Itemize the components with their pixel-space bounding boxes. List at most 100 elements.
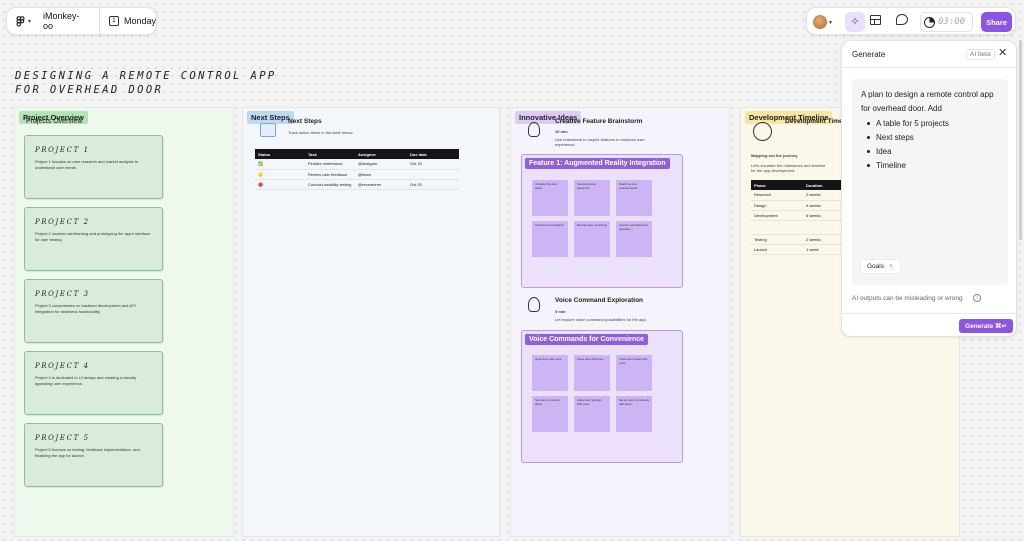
sticky-note[interactable]: Real-time door measurements xyxy=(616,180,652,216)
table-row[interactable]: 🟡 Review user feedback @team xyxy=(255,169,459,180)
project-text: Project 1 focuses on user research and m… xyxy=(35,159,138,170)
phase-cell: Design xyxy=(751,200,803,211)
clock-icon xyxy=(753,122,772,141)
section-project-overview[interactable]: Project Overview Projects Overview PROJE… xyxy=(14,107,234,537)
status-emoji: 🔴 xyxy=(255,179,305,190)
comment-button[interactable] xyxy=(896,14,908,25)
sticky-note[interactable]: Close door with voice xyxy=(574,355,610,391)
next-steps-title: Next Steps xyxy=(288,118,322,125)
arrow-up-left-icon: ↖ xyxy=(888,264,895,270)
column-header: Phase xyxy=(751,180,803,190)
sticky-note[interactable]: Set up voice commands with Alexa xyxy=(616,396,652,432)
brainstorm-title: Creative Feature Brainstorm xyxy=(555,118,643,125)
due-cell xyxy=(407,169,459,180)
project-card[interactable]: PROJECT 2 Project 2 involves wireframing … xyxy=(24,207,163,271)
stopwatch-icon xyxy=(924,16,935,28)
board-title-line: DESIGNING A REMOTE CONTROL APP xyxy=(15,70,277,82)
file-toolbar: ▾ iMonkey-oo 1 Monday xyxy=(6,7,157,35)
avatar xyxy=(813,15,827,29)
phase-cell: Development xyxy=(751,210,803,221)
column-header: Assignee xyxy=(355,149,407,159)
sticky-note[interactable]: Interactive door placement xyxy=(574,180,610,216)
frame-title: Feature 1: Augmented Reality Integration xyxy=(525,158,670,169)
sticky-note[interactable]: Check door status with voice xyxy=(616,355,652,391)
task-cell: Conduct usability testing xyxy=(305,179,355,190)
column-header: Task xyxy=(305,149,355,159)
main-menu-button[interactable]: ▾ xyxy=(16,15,32,27)
feature-frame[interactable]: Feature 1: Augmented Reality Integration… xyxy=(521,154,683,288)
voice-desc: Let explore voice command possibilities … xyxy=(555,317,647,322)
prompt-bullet: Timeline xyxy=(867,158,999,172)
next-steps-table: Status Task Assignee Due date ✅ Finalize… xyxy=(255,149,459,190)
assignee-cell: @researcher xyxy=(355,179,407,190)
project-title: PROJECT 1 xyxy=(35,146,90,154)
table-row[interactable]: ✅ Finalize wireframes @designer Oct 15 xyxy=(255,159,459,170)
phase-cell xyxy=(751,220,803,235)
ai-sparkle-button[interactable]: ✧ xyxy=(845,12,865,32)
board-title: DESIGNING A REMOTE CONTROL APP FOR OVERH… xyxy=(15,69,277,97)
sticky-note[interactable]: Remote door monitoring xyxy=(574,221,610,257)
project-text: Project 2 involves wireframing and proto… xyxy=(35,231,151,242)
project-card[interactable]: PROJECT 4 Project 4 is dedicated to UI de… xyxy=(24,351,163,415)
generate-button[interactable]: Generate ⌘↵ xyxy=(959,319,1013,333)
status-emoji: ✅ xyxy=(255,159,305,170)
scrollbar-thumb[interactable] xyxy=(1019,40,1022,240)
toolbar-divider xyxy=(99,7,100,35)
lightbulb-icon xyxy=(528,297,540,312)
chevron-down-icon: ▾ xyxy=(829,19,833,26)
section-innovative-ideas[interactable]: Innovative Ideas Creative Feature Brains… xyxy=(510,107,730,537)
close-icon[interactable]: ✕ xyxy=(998,46,1007,59)
illustration-icon xyxy=(260,123,276,137)
layout-icon xyxy=(870,15,881,25)
brainstorm-meta: 10 min xyxy=(555,129,568,134)
voice-frame[interactable]: Voice Commands for Convenience Open door… xyxy=(521,330,683,463)
panel-divider xyxy=(842,313,1016,314)
brainstorm-desc: Use brainstorm to inspire features to en… xyxy=(555,137,645,148)
timer-control[interactable]: 03:00 xyxy=(920,12,973,32)
disclaimer-text: AI outputs can be misleading or wrong xyxy=(852,295,963,302)
panel-divider xyxy=(842,67,1016,68)
ai-beta-badge: AI beta xyxy=(966,49,995,60)
next-steps-subtitle: Track action items in the table below. xyxy=(288,130,354,135)
calendar-icon: 1 xyxy=(108,16,119,26)
sticky-note[interactable]: Open door with voice xyxy=(532,355,568,391)
avatar-menu[interactable]: ▾ xyxy=(813,15,832,29)
project-card[interactable]: PROJECT 3 Project 3 concentrates on backe… xyxy=(24,279,163,343)
due-cell: Oct 15 xyxy=(407,159,459,170)
project-text: Project 5 focuses on testing, feedback i… xyxy=(35,447,140,458)
project-card[interactable]: PROJECT 5 Project 5 focuses on testing, f… xyxy=(24,423,163,487)
phase-cell: Launch xyxy=(751,244,803,255)
layout-button[interactable] xyxy=(870,15,881,25)
sticky-note[interactable]: Gesture controlled door operation xyxy=(616,221,652,257)
table-row[interactable]: 🔴 Conduct usability testing @researcher … xyxy=(255,179,459,190)
prompt-text: A plan to design a remote control app xyxy=(861,90,994,99)
page-selector[interactable]: 1 Monday xyxy=(108,16,156,26)
sticky-note[interactable]: Smart home integration xyxy=(532,221,568,257)
due-cell: Oct 20 xyxy=(407,179,459,190)
prompt-bullet: Next steps xyxy=(867,130,999,144)
voice-meta: 5 min xyxy=(555,309,566,314)
project-title: PROJECT 2 xyxy=(35,218,90,226)
chevron-down-icon: ▾ xyxy=(28,18,32,25)
goals-chip[interactable]: Goals ↖ xyxy=(860,259,902,274)
sticky-note[interactable]: Set voice command alerts xyxy=(532,396,568,432)
project-title: PROJECT 4 xyxy=(35,362,90,370)
page-name: Monday xyxy=(123,16,156,26)
voice-title: Voice Command Exploration xyxy=(555,297,644,304)
comment-icon xyxy=(896,14,908,25)
table-header-row: Status Task Assignee Due date xyxy=(255,149,459,159)
project-card[interactable]: PROJECT 1 Project 1 focuses on user resea… xyxy=(24,135,163,199)
sticky-note[interactable]: Adjust door settings with voice xyxy=(574,396,610,432)
task-cell: Finalize wireframes xyxy=(305,159,355,170)
share-button[interactable]: Share xyxy=(981,12,1012,32)
prompt-bullet: A table for 5 projects xyxy=(867,116,999,130)
sticky-note[interactable]: Visualize the door status xyxy=(532,180,568,216)
status-emoji: 🟡 xyxy=(255,169,305,180)
prompt-box[interactable]: A plan to design a remote control app fo… xyxy=(852,79,1008,285)
project-title: PROJECT 5 xyxy=(35,434,90,442)
section-next-steps[interactable]: Next Steps Next Steps Track action items… xyxy=(242,107,500,537)
task-cell: Review user feedback xyxy=(305,169,355,180)
board-title-line: FOR OVERHEAD DOOR xyxy=(15,84,164,96)
phase-cell: Testing xyxy=(751,234,803,245)
file-name[interactable]: iMonkey-oo xyxy=(43,11,87,31)
